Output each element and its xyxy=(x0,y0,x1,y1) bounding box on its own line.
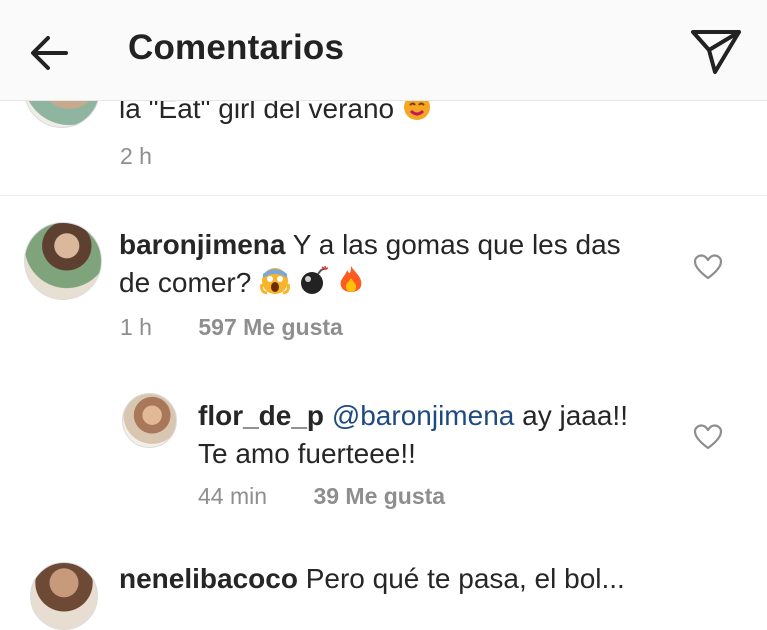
comment-text: nenelibacoco Pero qué te pasa, el bol... xyxy=(119,563,625,594)
comment-meta: 1 h 597 Me gusta xyxy=(120,314,343,341)
fire-emoji xyxy=(340,266,361,292)
comment-time: 44 min xyxy=(198,483,268,509)
comment-text: flor_de_p @baronjimena ay jaaa!! Te amo … xyxy=(198,400,628,469)
comment-text: baronjimena Y a las gomas que les das de… xyxy=(119,229,621,298)
comment-username[interactable]: nenelibacoco xyxy=(119,563,298,594)
like-count[interactable]: 39 Me gusta xyxy=(313,483,445,509)
reply-item: flor_de_p @baronjimena ay jaaa!! Te amo … xyxy=(0,380,767,530)
screaming-face-emoji xyxy=(260,268,291,295)
comment-username[interactable]: baronjimena xyxy=(119,229,285,260)
heart-icon[interactable] xyxy=(693,423,723,451)
app-header: Comentarios xyxy=(0,0,767,101)
comment-meta: 44 min 39 Me gusta xyxy=(198,483,445,510)
paper-plane-icon[interactable] xyxy=(688,26,744,76)
comment-mention[interactable]: @baronjimena xyxy=(332,400,515,431)
comment-item: nenelibacoco Pero qué te pasa, el bol... xyxy=(0,548,767,630)
arrow-left-icon[interactable] xyxy=(26,30,72,76)
like-count[interactable]: 597 Me gusta xyxy=(198,314,342,340)
avatar[interactable] xyxy=(24,222,102,300)
heart-icon[interactable] xyxy=(693,253,723,281)
comment-time: 2 h xyxy=(120,143,152,169)
bomb-emoji xyxy=(300,265,329,294)
comment-item: baronjimena Y a las gomas que les das de… xyxy=(0,196,767,356)
comment-username[interactable]: flor_de_p xyxy=(198,400,324,431)
comment-meta: 2 h xyxy=(120,143,152,170)
avatar[interactable] xyxy=(122,393,177,448)
avatar[interactable] xyxy=(30,562,98,630)
comment-time: 1 h xyxy=(120,314,152,340)
page-title: Comentarios xyxy=(128,28,345,67)
